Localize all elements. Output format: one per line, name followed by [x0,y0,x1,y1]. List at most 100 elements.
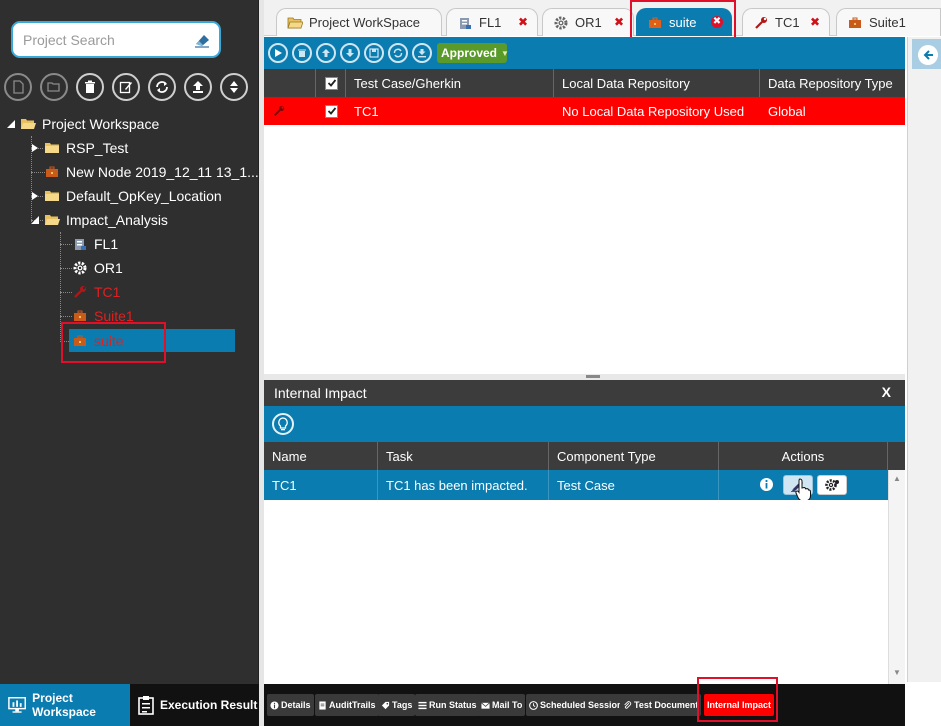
close-icon[interactable]: ✖ [613,16,625,28]
header-repo-type[interactable]: Data Repository Type [760,69,905,97]
move-up-button[interactable] [316,43,336,63]
tab-run-status[interactable]: Run Status [415,694,480,716]
paperclip-icon [624,700,632,709]
tab-details[interactable]: Details [267,694,314,716]
left-bottom-bar: Project Workspace Execution Result [0,684,259,726]
header-select-all[interactable] [316,69,346,97]
tab-label: Project WorkSpace [309,15,421,30]
tab-scheduled-session[interactable]: Scheduled Session [526,694,626,716]
gear-icon [554,16,568,29]
row-checkbox-cell[interactable] [316,97,346,125]
close-icon[interactable]: ✖ [517,16,529,28]
collapsed-triangle-icon[interactable] [30,143,40,153]
collapse-panel-button[interactable] [912,39,941,69]
tab-project-workspace[interactable]: Project WorkSpace [276,8,442,36]
eraser-icon[interactable] [193,32,211,48]
header-local-repo[interactable]: Local Data Repository [554,69,760,97]
document-icon [319,700,326,710]
download-button[interactable] [412,43,432,63]
tab-label: Details [281,700,311,710]
delete-button[interactable] [76,73,104,101]
tab-suite1[interactable]: Suite1 [836,8,941,36]
scroll-up-icon[interactable]: ▲ [893,474,901,483]
arrow-down-icon [346,49,354,57]
tab-test-document[interactable]: Test Document [620,694,702,716]
tab-label: AuditTrails [329,700,376,710]
project-search-box[interactable] [11,21,221,58]
cell-component-type: Test Case [549,470,719,500]
refresh-icon [156,81,168,93]
refresh-button[interactable] [148,73,176,101]
close-icon[interactable]: ✖ [809,16,821,28]
close-impact-button[interactable]: X [882,384,891,400]
internal-impact-toolbar [264,406,905,442]
row-checkbox[interactable] [325,104,338,118]
tab-audit-trails[interactable]: AuditTrails [315,694,379,716]
tree-node-label: OR1 [94,260,123,276]
info-icon[interactable] [759,477,774,492]
folder-open-icon [45,215,60,225]
expanded-triangle-icon[interactable] [30,215,40,225]
upload-button[interactable] [184,73,212,101]
tab-label: Run Status [429,700,477,710]
tab-fl1[interactable]: FL1 ✖ [446,8,538,36]
open-folder-button[interactable] [40,73,68,101]
header-blank [264,69,316,97]
new-file-button[interactable] [4,73,32,101]
folder-icon [45,143,59,153]
cell-name: TC1 [264,470,378,500]
table-row[interactable]: TC1 No Local Data Repository Used Global [264,97,905,125]
tab-label: OR1 [575,15,602,30]
expanded-triangle-icon[interactable] [6,119,16,129]
configure-impact-button[interactable] [817,475,847,495]
header-name[interactable]: Name [264,442,378,470]
table-row[interactable]: TC1 TC1 has been impacted. Test Case [264,470,888,502]
edit-button[interactable] [112,73,140,101]
tree-node-tc1[interactable]: TC1 [72,281,120,303]
sort-button[interactable] [220,73,248,101]
move-down-button[interactable] [340,43,360,63]
header-component-type[interactable]: Component Type [549,442,719,470]
save-button[interactable] [364,43,384,63]
tree-node-fl1[interactable]: FL1 [72,233,118,255]
tree-node-new-node[interactable]: New Node 2019_12_11 13_1... [44,161,259,183]
trash-icon [85,80,95,93]
header-actions: Actions [719,442,888,470]
execution-result-button[interactable]: Execution Result [130,684,259,726]
impact-scrollbar[interactable]: ▲ ▼ [888,470,905,684]
header-test-case[interactable]: Test Case/Gherkin [346,69,554,97]
tab-tc1[interactable]: TC1 ✖ [742,8,830,36]
collapsed-triangle-icon[interactable] [30,191,40,201]
tree-node-rsp-test[interactable]: RSP_Test [30,137,128,159]
bottom-panel-tabs: Details AuditTrails Tags Run Status Mail… [264,677,905,726]
project-search-input[interactable] [23,30,183,50]
suggestion-button[interactable] [272,413,294,435]
header-task[interactable]: Task [378,442,549,470]
select-all-checkbox[interactable] [325,76,338,90]
tree-node-default-opkey-location[interactable]: Default_OpKey_Location [30,185,222,207]
tab-label: TC1 [775,15,800,30]
clock-icon [529,700,538,710]
internal-impact-titlebar: Internal Impact X [264,380,905,406]
refresh-button[interactable] [388,43,408,63]
tree-node-impact-analysis[interactable]: Impact_Analysis [30,209,168,231]
checkmark-icon [327,79,336,87]
tab-or1[interactable]: OR1 ✖ [542,8,634,36]
project-workspace-button[interactable]: Project Workspace [0,684,130,726]
play-icon [275,49,282,57]
scroll-down-icon[interactable]: ▼ [893,668,901,677]
testcase-grid-header: Test Case/Gherkin Local Data Repository … [264,69,905,97]
tree-node-or1[interactable]: OR1 [72,257,123,279]
approval-status-dropdown[interactable]: Approved ▼ [437,43,509,63]
tab-mail-to[interactable]: Mail To [478,694,526,716]
checkmark-icon [327,107,336,115]
tab-label: Mail To [492,700,523,710]
run-button[interactable] [268,43,288,63]
splitter-grip[interactable] [586,375,600,378]
tab-tags[interactable]: Tags [378,694,416,716]
tree-node-label: Default_OpKey_Location [66,188,222,204]
delete-step-button[interactable] [292,43,312,63]
arrow-up-icon [322,49,330,57]
tree-node-project-workspace[interactable]: Project Workspace [6,113,159,135]
cell-actions [719,470,888,502]
